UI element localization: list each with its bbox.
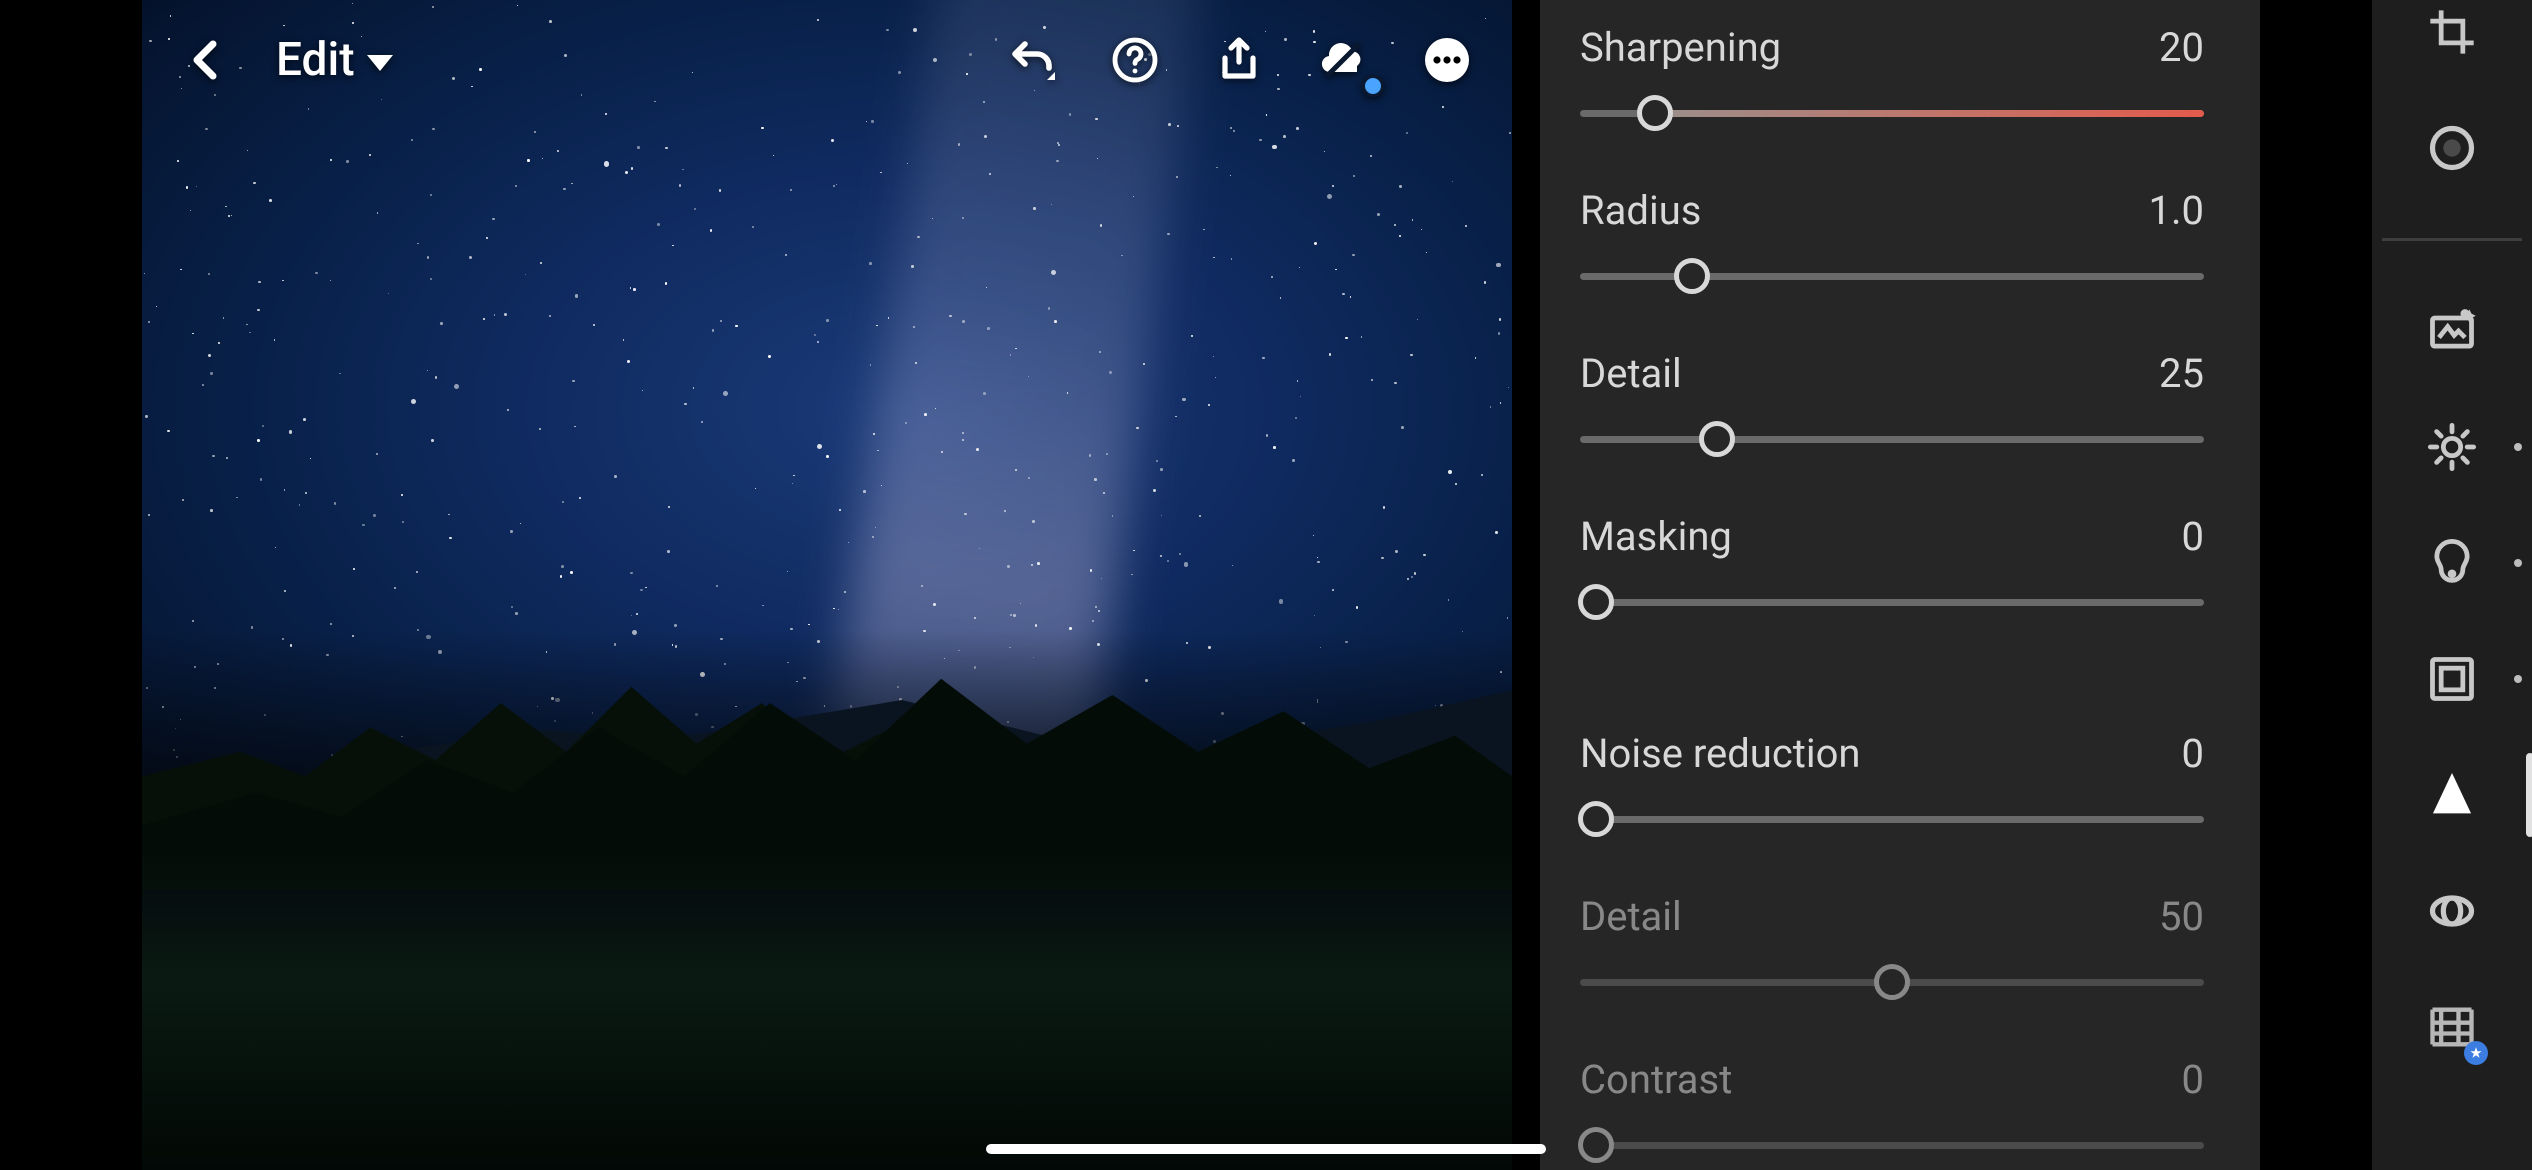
back-button[interactable] xyxy=(172,25,242,95)
chevron-down-icon xyxy=(367,55,393,71)
slider-radius: Radius 1.0 xyxy=(1580,187,2204,294)
adjustments-panel: Sharpening20Radius1.0Detail25Masking0Noi… xyxy=(1540,0,2260,1170)
rail-presets-button[interactable] xyxy=(2420,299,2484,363)
slider-value: 1.0 xyxy=(2148,187,2204,234)
share-button[interactable] xyxy=(1204,25,1274,95)
tool-rail xyxy=(2372,0,2532,1170)
sync-status-dot xyxy=(1362,75,1384,97)
slider-thumb[interactable] xyxy=(1674,258,1710,294)
slider-value: 0 xyxy=(2182,730,2204,777)
edit-mode-dropdown[interactable]: Edit xyxy=(276,33,393,87)
slider-track[interactable] xyxy=(1580,584,2204,620)
slider-track[interactable] xyxy=(1580,95,2204,131)
undo-button[interactable] xyxy=(996,25,1066,95)
slider-value: 0 xyxy=(2182,1056,2204,1103)
slider-contrast: Contrast 0 xyxy=(1580,1056,2204,1163)
image-preview[interactable]: Edit xyxy=(142,0,1512,1170)
slider-thumb[interactable] xyxy=(1874,964,1910,1000)
rail-color-button[interactable] xyxy=(2420,531,2484,595)
slider-detail: Detail 25 xyxy=(1580,350,2204,457)
slider-value: 50 xyxy=(2159,893,2204,940)
rail-healing-button[interactable] xyxy=(2420,116,2484,180)
slider-sharpening: Sharpening 20 xyxy=(1580,24,2204,131)
slider-track[interactable] xyxy=(1580,964,2204,1000)
help-button[interactable] xyxy=(1100,25,1170,95)
slider-noise-reduction: Noise reduction 0 xyxy=(1580,730,2204,837)
rail-tick-icon xyxy=(2514,559,2522,567)
premium-badge-icon xyxy=(2464,1041,2488,1065)
slider-value: 25 xyxy=(2159,350,2204,397)
slider-value: 20 xyxy=(2159,24,2204,71)
slider-track[interactable] xyxy=(1580,421,2204,457)
slider-thumb[interactable] xyxy=(1578,801,1614,837)
slider-track[interactable] xyxy=(1580,258,2204,294)
slider-label: Contrast xyxy=(1580,1056,1732,1103)
rail-optics-button[interactable] xyxy=(2420,879,2484,943)
slider-thumb[interactable] xyxy=(1699,421,1735,457)
slider-detail: Detail 50 xyxy=(1580,893,2204,1000)
rail-tick-icon xyxy=(2514,443,2522,451)
slider-label: Noise reduction xyxy=(1580,730,1861,777)
edit-label-text: Edit xyxy=(276,33,355,87)
slider-thumb[interactable] xyxy=(1578,1127,1614,1163)
slider-thumb[interactable] xyxy=(1578,584,1614,620)
slider-value: 0 xyxy=(2182,513,2204,560)
slider-label: Detail xyxy=(1580,893,1682,940)
slider-masking: Masking 0 xyxy=(1580,513,2204,620)
slider-track[interactable] xyxy=(1580,801,2204,837)
rail-detail-button[interactable] xyxy=(2420,763,2484,827)
slider-label: Masking xyxy=(1580,513,1732,560)
app-root: Edit xyxy=(0,0,2532,1170)
rail-separator xyxy=(2382,238,2522,241)
slider-thumb[interactable] xyxy=(1637,95,1673,131)
more-button[interactable] xyxy=(1412,25,1482,95)
slider-label: Detail xyxy=(1580,350,1682,397)
slider-track[interactable] xyxy=(1580,1127,2204,1163)
rail-effects-button[interactable] xyxy=(2420,647,2484,711)
rail-geometry-button[interactable] xyxy=(2420,995,2484,1059)
home-indicator xyxy=(986,1144,1546,1154)
horizon-layer xyxy=(142,630,1512,1170)
slider-label: Sharpening xyxy=(1580,24,1781,71)
rail-tick-icon xyxy=(2514,675,2522,683)
rail-crop-button[interactable] xyxy=(2420,0,2484,64)
slider-label: Radius xyxy=(1580,187,1701,234)
cloud-sync-button[interactable] xyxy=(1308,25,1378,95)
rail-light-button[interactable] xyxy=(2420,415,2484,479)
